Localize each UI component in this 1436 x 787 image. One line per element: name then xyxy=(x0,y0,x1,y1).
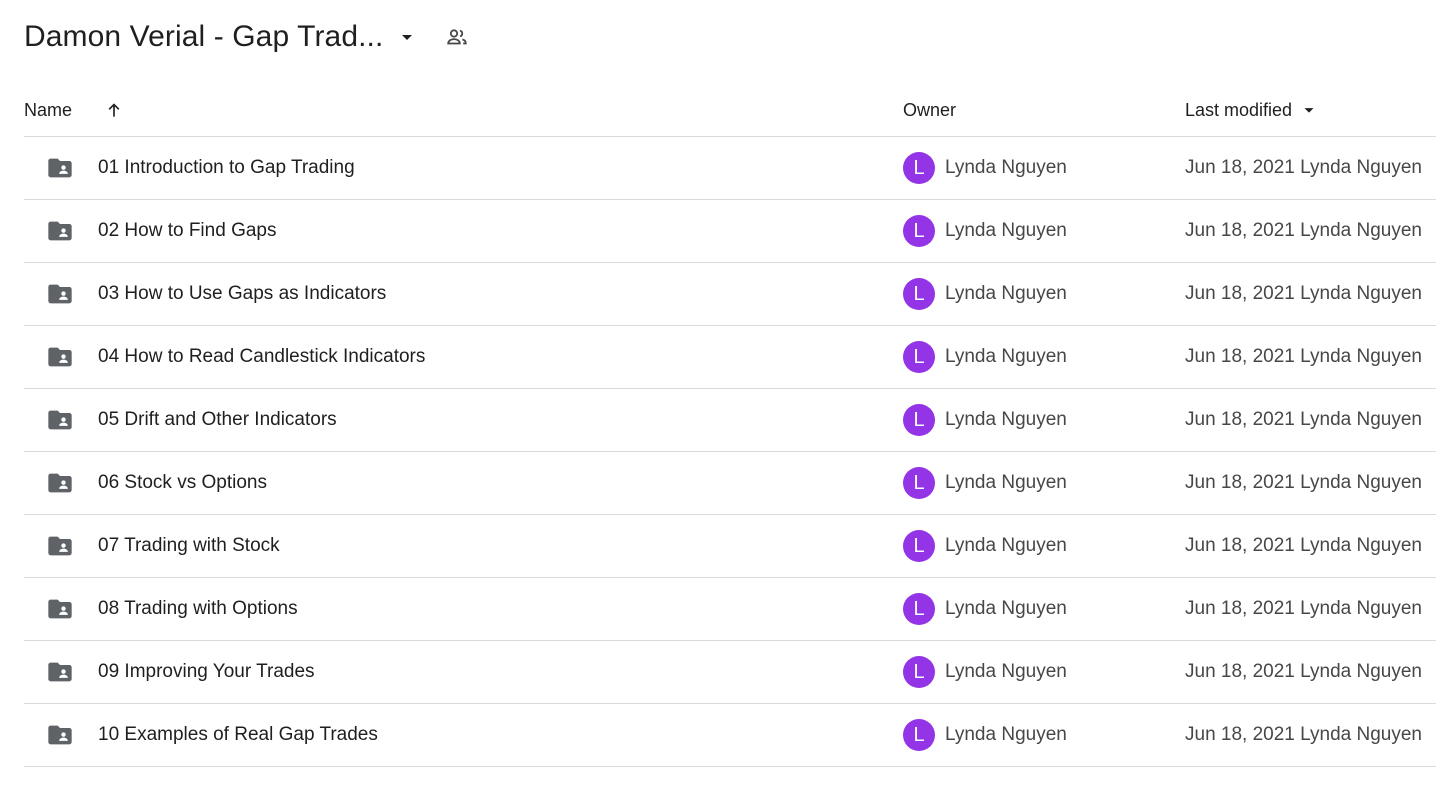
file-rows: 01 Introduction to Gap Trading L Lynda Ngu… xyxy=(24,137,1436,767)
arrow-drop-down-icon xyxy=(1300,101,1318,119)
owner-cell: L Lynda Nguyen xyxy=(903,515,1067,577)
owner-name: Lynda Nguyen xyxy=(945,157,1067,178)
shared-folder-icon xyxy=(46,326,76,388)
owner-cell: L Lynda Nguyen xyxy=(903,578,1067,640)
file-name[interactable]: 04 How to Read Candlestick Indicators xyxy=(98,326,425,388)
owner-name: Lynda Nguyen xyxy=(945,283,1067,304)
avatar: L xyxy=(903,467,935,499)
folder-title-button[interactable]: Damon Verial - Gap Trad... xyxy=(24,20,419,54)
last-modified: Jun 18, 2021 Lynda Nguyen xyxy=(1185,220,1422,241)
last-modified: Jun 18, 2021 Lynda Nguyen xyxy=(1185,535,1422,556)
file-name[interactable]: 02 How to Find Gaps xyxy=(98,200,276,262)
avatar: L xyxy=(903,152,935,184)
last-modified: Jun 18, 2021 Lynda Nguyen xyxy=(1185,472,1422,493)
last-modified: Jun 18, 2021 Lynda Nguyen xyxy=(1185,724,1422,745)
shared-folder-icon xyxy=(46,704,76,766)
file-name[interactable]: 01 Introduction to Gap Trading xyxy=(98,137,355,199)
file-name[interactable]: 03 How to Use Gaps as Indicators xyxy=(98,263,386,325)
column-modified-label: Last modified xyxy=(1185,99,1293,120)
table-row[interactable]: 07 Trading with Stock L Lynda Nguyen Jun 18… xyxy=(24,515,1436,578)
file-name[interactable]: 10 Examples of Real Gap Trades xyxy=(98,704,378,766)
table-row[interactable]: 05 Drift and Other Indicators L Lynda Nguy… xyxy=(24,389,1436,452)
table-row[interactable]: 02 How to Find Gaps L Lynda Nguyen Jun 18, … xyxy=(24,200,1436,263)
table-row[interactable]: 08 Trading with Options L Lynda Nguyen Jun … xyxy=(24,578,1436,641)
file-name[interactable]: 06 Stock vs Options xyxy=(98,452,267,514)
table-row[interactable]: 01 Introduction to Gap Trading L Lynda Ngu… xyxy=(24,137,1436,200)
table-row[interactable]: 04 How to Read Candlestick Indicators L Ly… xyxy=(24,326,1436,389)
file-name[interactable]: 08 Trading with Options xyxy=(98,578,298,640)
shared-folder-icon xyxy=(46,200,76,262)
sort-ascending-icon[interactable] xyxy=(100,96,128,124)
last-modified: Jun 18, 2021 Lynda Nguyen xyxy=(1185,346,1422,367)
owner-cell: L Lynda Nguyen xyxy=(903,704,1067,766)
column-name-label: Name xyxy=(24,99,73,120)
file-list-header: Name Owner Last modified xyxy=(24,84,1436,137)
last-modified: Jun 18, 2021 Lynda Nguyen xyxy=(1185,409,1422,430)
owner-cell: L Lynda Nguyen xyxy=(903,389,1067,451)
last-modified: Jun 18, 2021 Lynda Nguyen xyxy=(1185,598,1422,619)
shared-folder-icon xyxy=(46,578,76,640)
avatar: L xyxy=(903,215,935,247)
owner-cell: L Lynda Nguyen xyxy=(903,641,1067,703)
owner-name: Lynda Nguyen xyxy=(945,661,1067,682)
column-owner-label: Owner xyxy=(903,99,957,120)
owner-name: Lynda Nguyen xyxy=(945,346,1067,367)
file-name[interactable]: 07 Trading with Stock xyxy=(98,515,280,577)
table-row[interactable]: 06 Stock vs Options L Lynda Nguyen Jun 18, … xyxy=(24,452,1436,515)
shared-folder-icon xyxy=(46,515,76,577)
owner-name: Lynda Nguyen xyxy=(945,472,1067,493)
avatar: L xyxy=(903,530,935,562)
avatar: L xyxy=(903,656,935,688)
column-header-owner: Owner xyxy=(903,84,956,136)
shared-folder-icon xyxy=(46,452,76,514)
owner-name: Lynda Nguyen xyxy=(945,598,1067,619)
file-name[interactable]: 05 Drift and Other Indicators xyxy=(98,389,337,451)
avatar: L xyxy=(903,278,935,310)
shared-folder-icon xyxy=(46,389,76,451)
arrow-drop-down-icon xyxy=(395,25,419,49)
owner-cell: L Lynda Nguyen xyxy=(903,263,1067,325)
avatar: L xyxy=(903,341,935,373)
avatar: L xyxy=(903,593,935,625)
shared-folder-icon xyxy=(46,137,76,199)
column-header-last-modified[interactable]: Last modified xyxy=(1185,84,1318,136)
last-modified: Jun 18, 2021 Lynda Nguyen xyxy=(1185,157,1422,178)
owner-cell: L Lynda Nguyen xyxy=(903,452,1067,514)
last-modified: Jun 18, 2021 Lynda Nguyen xyxy=(1185,283,1422,304)
avatar: L xyxy=(903,719,935,751)
owner-cell: L Lynda Nguyen xyxy=(903,137,1067,199)
file-list: Name Owner Last modified 01 Introduction… xyxy=(24,84,1436,767)
column-header-name[interactable]: Name xyxy=(24,84,72,136)
owner-cell: L Lynda Nguyen xyxy=(903,200,1067,262)
last-modified: Jun 18, 2021 Lynda Nguyen xyxy=(1185,661,1422,682)
owner-name: Lynda Nguyen xyxy=(945,409,1067,430)
owner-name: Lynda Nguyen xyxy=(945,535,1067,556)
shared-folder-icon xyxy=(46,263,76,325)
owner-cell: L Lynda Nguyen xyxy=(903,326,1067,388)
folder-header: Damon Verial - Gap Trad... xyxy=(24,14,473,60)
people-icon[interactable] xyxy=(441,21,473,53)
owner-name: Lynda Nguyen xyxy=(945,724,1067,745)
folder-title: Damon Verial - Gap Trad... xyxy=(24,20,384,53)
table-row[interactable]: 09 Improving Your Trades L Lynda Nguyen Jun… xyxy=(24,641,1436,704)
shared-folder-icon xyxy=(46,641,76,703)
owner-name: Lynda Nguyen xyxy=(945,220,1067,241)
file-name[interactable]: 09 Improving Your Trades xyxy=(98,641,315,703)
table-row[interactable]: 03 How to Use Gaps as Indicators L Lynda N… xyxy=(24,263,1436,326)
avatar: L xyxy=(903,404,935,436)
table-row[interactable]: 10 Examples of Real Gap Trades L Lynda Ngu… xyxy=(24,704,1436,767)
